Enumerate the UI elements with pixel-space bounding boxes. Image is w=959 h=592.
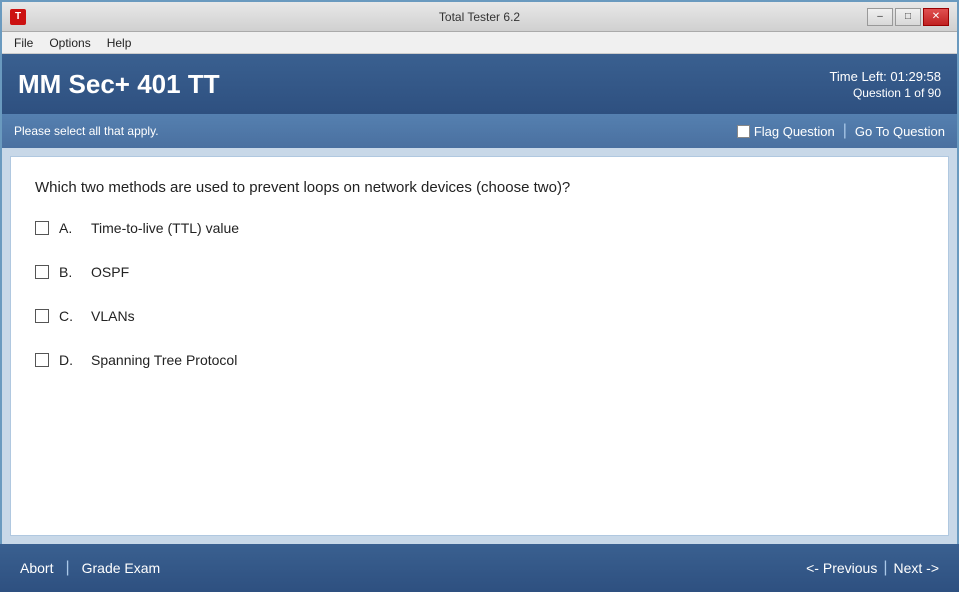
app-icon: T xyxy=(10,9,26,25)
answer-option-a: A. Time-to-live (TTL) value xyxy=(35,220,924,236)
toolbar: Please select all that apply. Flag Quest… xyxy=(2,114,957,148)
answer-text-d: Spanning Tree Protocol xyxy=(91,352,237,368)
answer-option-d: D. Spanning Tree Protocol xyxy=(35,352,924,368)
grade-exam-button[interactable]: Grade Exam xyxy=(76,556,167,580)
answer-option-b: B. OSPF xyxy=(35,264,924,280)
exam-title: MM Sec+ 401 TT xyxy=(18,69,220,100)
window-controls: – □ ✕ xyxy=(867,8,949,26)
app-header: MM Sec+ 401 TT Time Left: 01:29:58 Quest… xyxy=(2,54,957,114)
footer-separator-1: | xyxy=(65,559,69,577)
header-info: Time Left: 01:29:58 Question 1 of 90 xyxy=(829,69,941,100)
answer-text-c: VLANs xyxy=(91,308,135,324)
flag-question-container[interactable]: Flag Question xyxy=(737,124,835,139)
question-counter: Question 1 of 90 xyxy=(829,86,941,100)
answer-label-b: B. xyxy=(59,264,83,280)
time-left-label: Time Left: xyxy=(829,69,886,84)
menu-bar: File Options Help xyxy=(2,32,957,54)
go-to-question-button[interactable]: Go To Question xyxy=(855,124,945,139)
time-display: Time Left: 01:29:58 xyxy=(829,69,941,84)
window-title: Total Tester 6.2 xyxy=(439,10,520,24)
time-left-value: 01:29:58 xyxy=(890,69,941,84)
answer-label-d: D. xyxy=(59,352,83,368)
footer-left: Abort | Grade Exam xyxy=(14,556,166,580)
menu-file[interactable]: File xyxy=(6,34,41,52)
checkbox-d[interactable] xyxy=(35,353,49,367)
answer-label-a: A. xyxy=(59,220,83,236)
close-button[interactable]: ✕ xyxy=(923,8,949,26)
question-area: Which two methods are used to prevent lo… xyxy=(10,156,949,536)
checkbox-c[interactable] xyxy=(35,309,49,323)
answer-text-b: OSPF xyxy=(91,264,129,280)
toolbar-separator: | xyxy=(843,122,847,140)
question-text: Which two methods are used to prevent lo… xyxy=(35,177,924,200)
footer: Abort | Grade Exam <- Previous | Next -> xyxy=(0,544,959,592)
answer-text-a: Time-to-live (TTL) value xyxy=(91,220,239,236)
previous-button[interactable]: <- Previous xyxy=(800,556,883,580)
answer-label-c: C. xyxy=(59,308,83,324)
flag-question-label: Flag Question xyxy=(754,124,835,139)
footer-right: <- Previous | Next -> xyxy=(800,556,945,580)
instruction-text: Please select all that apply. xyxy=(14,124,159,138)
menu-options[interactable]: Options xyxy=(41,34,98,52)
menu-help[interactable]: Help xyxy=(99,34,140,52)
title-bar: T Total Tester 6.2 – □ ✕ xyxy=(2,2,957,32)
title-bar-left: T xyxy=(10,9,26,25)
next-button[interactable]: Next -> xyxy=(887,556,945,580)
abort-button[interactable]: Abort xyxy=(14,556,59,580)
toolbar-right: Flag Question | Go To Question xyxy=(737,122,945,140)
checkbox-b[interactable] xyxy=(35,265,49,279)
minimize-button[interactable]: – xyxy=(867,8,893,26)
checkbox-a[interactable] xyxy=(35,221,49,235)
restore-button[interactable]: □ xyxy=(895,8,921,26)
answer-option-c: C. VLANs xyxy=(35,308,924,324)
flag-question-checkbox[interactable] xyxy=(737,125,750,138)
